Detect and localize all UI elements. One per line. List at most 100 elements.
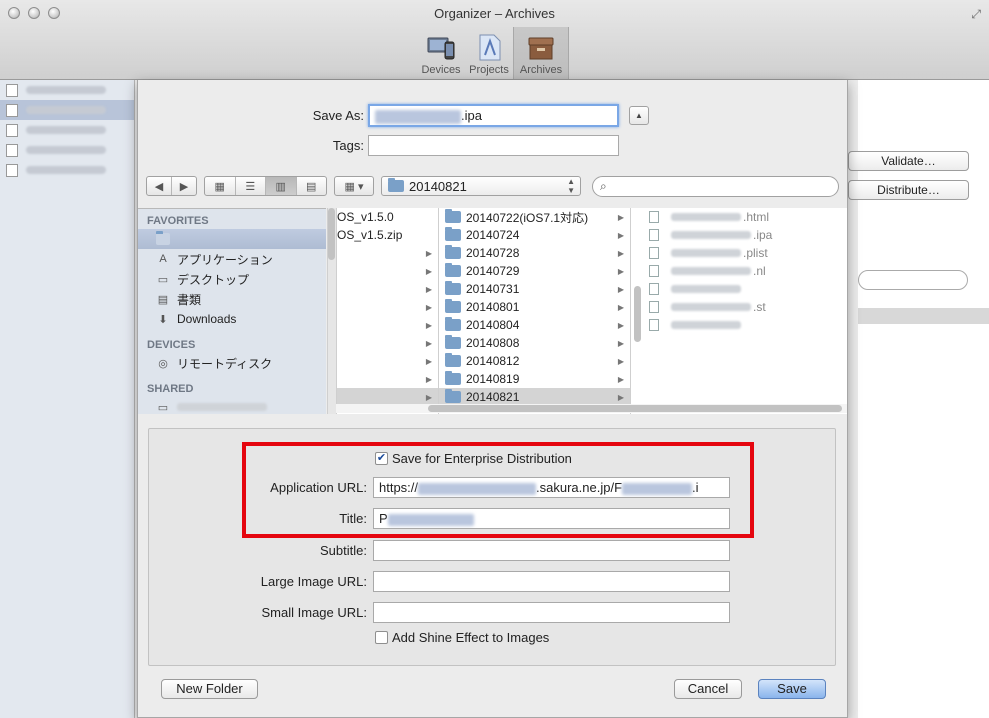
file-icon <box>649 247 659 259</box>
back-forward-control[interactable]: ◀ ▶ <box>146 176 197 196</box>
blurred-name <box>671 303 751 311</box>
tags-field[interactable] <box>368 135 619 156</box>
file-icon <box>649 229 659 241</box>
projects-icon <box>479 34 501 61</box>
sidebar-item-home[interactable] <box>138 229 326 249</box>
column-parent: OS_v1.5.0 OS_v1.5.zip ▶ ▶ ▶ ▶ ▶ ▶ ▶ ▶ ▶ <box>336 208 438 414</box>
distribute-button[interactable]: Distribute… <box>848 180 969 200</box>
file-row[interactable]: .html <box>631 208 847 226</box>
shine-checkbox[interactable] <box>375 631 388 644</box>
disclosure-arrow-icon: ▶ <box>617 356 624 366</box>
folder-label: 20140819 <box>466 372 520 386</box>
archive-row[interactable] <box>0 100 134 120</box>
sidebar-item-label: Downloads <box>177 312 237 326</box>
sidebar-item-desktop[interactable]: ▭ デスクトップ <box>138 269 326 289</box>
arrange-button[interactable]: ▦ ▾ <box>334 176 374 196</box>
save-button[interactable]: Save <box>758 679 826 699</box>
list-item[interactable]: ▶ <box>337 316 438 334</box>
coverflow-view-button[interactable]: ▤ <box>297 177 327 195</box>
archive-row[interactable] <box>0 160 134 180</box>
file-row[interactable]: .nl <box>631 262 847 280</box>
large-image-field[interactable] <box>373 571 730 592</box>
folder-icon <box>388 178 404 192</box>
save-as-field[interactable]: .ipa <box>368 104 619 127</box>
folder-label: 20140808 <box>466 336 520 350</box>
toolbar-archives[interactable]: Archives <box>513 27 569 79</box>
list-item[interactable]: OS_v1.5.0 <box>337 208 438 226</box>
archive-row[interactable] <box>0 140 134 160</box>
column-view-button[interactable]: ▥ <box>266 177 297 195</box>
file-row[interactable] <box>631 280 847 298</box>
expand-toggle-button[interactable]: ▲ <box>629 106 649 125</box>
folder-row[interactable]: 20140724 ▶ <box>439 226 630 244</box>
list-view-button[interactable]: ☰ <box>236 177 266 195</box>
new-folder-button[interactable]: New Folder <box>161 679 258 699</box>
save-sheet: Save As: .ipa ▲ Tags: ◀ ▶ ▦ ☰ ▥ ▤ ▦ ▾ 20… <box>137 80 848 718</box>
file-row[interactable]: .plist <box>631 244 847 262</box>
documents-icon: ▤ <box>157 293 169 306</box>
forward-button[interactable]: ▶ <box>172 177 196 195</box>
folder-label: 20140722(iOS7.1対応) <box>466 210 589 225</box>
view-mode-control[interactable]: ▦ ☰ ▥ ▤ <box>204 176 327 196</box>
folder-row[interactable]: 20140804 ▶ <box>439 316 630 334</box>
subtitle-field[interactable] <box>373 540 730 561</box>
sidebar-item-documents[interactable]: ▤ 書類 <box>138 289 326 309</box>
archive-row[interactable] <box>0 120 134 140</box>
sidebar-item-applications[interactable]: A アプリケーション <box>138 249 326 269</box>
list-item[interactable]: ▶ <box>337 370 438 388</box>
fullscreen-icon[interactable]: ⤢ <box>971 7 981 22</box>
computer-icon: ▭ <box>157 401 169 414</box>
downloads-icon: ⬇ <box>158 313 168 326</box>
folder-row[interactable]: 20140801 ▶ <box>439 298 630 316</box>
blurred-filename <box>375 109 461 124</box>
file-row[interactable]: .ipa <box>631 226 847 244</box>
file-icon <box>649 319 659 331</box>
folder-row[interactable]: 20140731 ▶ <box>439 280 630 298</box>
toolbar-projects[interactable]: Projects <box>465 27 513 79</box>
path-popup[interactable]: 20140821 ▲ ▼ <box>381 176 581 196</box>
list-item[interactable]: ▶ <box>337 244 438 262</box>
list-item[interactable]: OS_v1.5.zip <box>337 226 438 244</box>
list-item[interactable]: ▶ <box>337 334 438 352</box>
folder-row[interactable]: 20140728 ▶ <box>439 244 630 262</box>
sidebar-item-remote-disc[interactable]: ◎ リモートディスク <box>138 353 326 373</box>
validate-button[interactable]: Validate… <box>848 151 969 171</box>
document-icon <box>6 143 18 157</box>
folder-row[interactable]: 20140812 ▶ <box>439 352 630 370</box>
file-icon <box>649 283 659 295</box>
item-label: OS_v1.5.zip <box>337 228 403 242</box>
cancel-button[interactable]: Cancel <box>674 679 742 699</box>
folder-row[interactable]: 20140808 ▶ <box>439 334 630 352</box>
file-extension: .nl <box>753 264 766 278</box>
shine-label: Add Shine Effect to Images <box>392 630 550 645</box>
icon-view-button[interactable]: ▦ <box>205 177 236 195</box>
browser-scroll-thumb[interactable] <box>428 405 842 412</box>
folder-row[interactable]: 20140729 ▶ <box>439 262 630 280</box>
list-item[interactable]: ▶ <box>337 280 438 298</box>
small-image-field[interactable] <box>373 602 730 623</box>
sidebar-item-downloads[interactable]: ⬇ Downloads <box>138 309 326 329</box>
folder-label: 20140731 <box>466 282 520 296</box>
disclosure-arrow-icon: ▶ <box>617 284 624 294</box>
back-button[interactable]: ◀ <box>147 177 172 195</box>
file-row[interactable]: .st <box>631 298 847 316</box>
window-titlebar: Organizer – Archives ⤢ Devices Projects <box>0 0 989 80</box>
archive-row[interactable] <box>0 80 134 100</box>
search-input[interactable]: ⌕ <box>592 176 839 197</box>
toolbar-devices[interactable]: Devices <box>417 27 465 79</box>
toolbar-devices-label: Devices <box>421 64 461 76</box>
detail-search[interactable] <box>858 270 968 290</box>
folder-column-scroll-thumb[interactable] <box>634 286 641 342</box>
browser-horizontal-scrollbar[interactable] <box>336 404 847 413</box>
disclosure-arrow-icon: ▶ <box>425 356 432 366</box>
folder-icon <box>445 353 461 367</box>
file-row[interactable] <box>631 316 847 334</box>
parent-column-scroll-thumb[interactable] <box>328 208 335 254</box>
folder-row[interactable]: 20140819 ▶ <box>439 370 630 388</box>
sidebar-item-shared[interactable]: ▭ <box>138 397 326 414</box>
list-item[interactable]: ▶ <box>337 262 438 280</box>
list-item[interactable]: ▶ <box>337 352 438 370</box>
list-item[interactable]: ▶ <box>337 298 438 316</box>
folder-row[interactable]: 20140722(iOS7.1対応) ▶ <box>439 208 630 226</box>
window-title: Organizer – Archives <box>434 6 555 21</box>
